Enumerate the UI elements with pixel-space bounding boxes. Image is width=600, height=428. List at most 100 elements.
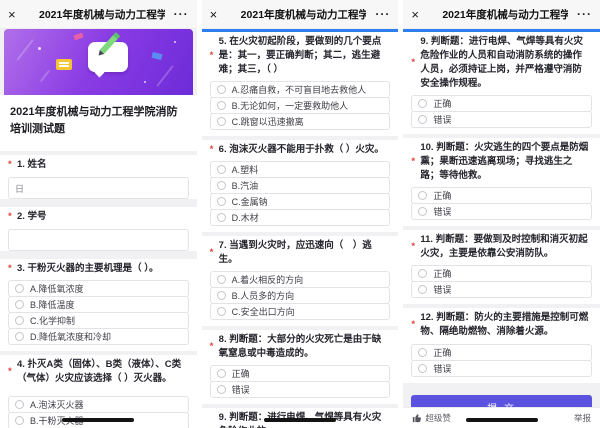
question-1: * 1. 姓名 [0,155,197,199]
option-row[interactable]: 正确 [411,265,592,282]
name-input[interactable] [8,177,189,199]
radio-icon [418,99,427,108]
question-label: * 10. 判断题：火灾逃生的四个要点是防烟熏；果断迅速逃离现场；寻找逃生之路；… [403,138,600,185]
radio-icon [217,101,226,110]
question-label: * 1. 姓名 [0,155,197,174]
option-row[interactable]: B.无论如何，一定要救助他人 [210,97,391,114]
close-icon[interactable]: × [210,7,228,22]
radio-icon [217,307,226,316]
radio-icon [217,275,226,284]
home-indicator [264,418,336,422]
more-options-icon[interactable]: ··· [366,7,390,21]
option-row[interactable]: D.降低氧浓度和冷却 [8,328,189,345]
student-id-input[interactable] [8,229,189,251]
option-list: A.降低氧浓度 B.降低温度 C.化学抑制 D.降低氧浓度和冷却 [0,278,197,351]
question-2: * 2. 学号 [0,207,197,251]
home-indicator [466,418,538,422]
more-options-icon[interactable]: ··· [568,7,592,21]
radio-icon [15,284,24,293]
question-label: * 5. 在火灾初起阶段，要做到的几个要点是：其一，要正确判断；其二，逃生避难；… [202,32,399,79]
radio-icon [217,385,226,394]
decor-streak [16,39,34,61]
required-asterisk: * [411,318,415,332]
form-page-3: * 9. 判断题：进行电焊、气焊等具有火灾危险作业的人员和自动消防系统的操作人员… [403,29,600,428]
option-row[interactable]: C.跳窗以迅速撤离 [210,113,391,130]
appbar: × 2021年度机械与动力工程学院消防培训测试题 ··· [202,0,399,29]
question-3: * 3. 干粉灭火器的主要机理是（ ）。 A.降低氧浓度 B.降低温度 C.化学… [0,259,197,351]
like-button[interactable]: 超级赞 [412,412,451,424]
option-list: 正确 错误 [202,363,399,404]
option-row[interactable]: C.金属钠 [210,193,391,210]
option-row[interactable]: A.塑料 [210,161,391,178]
more-options-icon[interactable]: ··· [165,7,189,21]
close-icon[interactable]: × [411,7,429,22]
option-row[interactable]: 错误 [411,111,592,128]
decor-streak [40,70,50,82]
radio-icon [217,181,226,190]
required-asterisk: * [8,158,12,172]
option-row[interactable]: 错误 [411,203,592,220]
question-label: * 6. 泡沫灭火器不能用于扑救（ ）火灾。 [202,140,399,159]
decor-streak [156,65,174,87]
appbar-title: 2021年度机械与动力工程学院消防培训测试题 [228,7,367,22]
option-list: A.着火相反的方向 B.人员多的方向 C.安全出口方向 [202,269,399,326]
phone-screenshot-3: × 2021年度机械与动力工程学院消防培训测试题 ··· * 9. 判断题：进行… [403,0,600,428]
form-title-card: 2021年度机械与动力工程学院消防培训测试题 [0,95,197,151]
radio-icon [418,285,427,294]
option-row[interactable]: 正确 [411,95,592,112]
question-11: * 11. 判断题：要做到及时控制和消灭初起火灾，主要是依靠公安消防队。 正确 … [403,230,600,304]
option-list: 正确 错误 [403,342,600,383]
radio-icon [418,348,427,357]
question-label: * 3. 干粉灭火器的主要机理是（ ）。 [0,259,197,278]
question-label: * 4. 扑灭A类（固体）、B类（液体）、C类（气体）火灾应该选择（ ）灭火器。 [0,355,197,388]
option-row[interactable]: A.着火相反的方向 [210,271,391,288]
phone-screenshot-2: × 2021年度机械与动力工程学院消防培训测试题 ··· * 5. 在火灾初起阶… [202,0,399,428]
radio-icon [217,369,226,378]
confetti-dot [174,41,176,43]
option-row[interactable]: D.木材 [210,209,391,226]
option-list: A.忍痛自救，不可盲目地去救他人 B.无论如何，一定要救助他人 C.跳窗以迅速撤… [202,79,399,136]
option-row[interactable]: B.人员多的方向 [210,287,391,304]
option-row[interactable]: 正确 [411,187,592,204]
option-row[interactable]: 正确 [210,365,391,382]
confetti-dot [38,47,41,50]
confetti-pink [73,33,83,41]
confetti-blue [151,52,162,60]
question-label: * 9. 判断题：进行电焊、气焊等具有火灾危险作业的人员和自动消防系统的操作人员… [403,32,600,93]
radio-icon [15,400,24,409]
option-row[interactable]: 错误 [210,381,391,398]
required-asterisk: * [210,143,214,157]
confetti-dot [144,81,146,83]
question-5: * 5. 在火灾初起阶段，要做到的几个要点是：其一，要正确判断；其二，逃生避难；… [202,32,399,136]
option-row[interactable]: A.泡沫灭火器 [8,396,189,413]
form-page-1: 2021年度机械与动力工程学院消防培训测试题 * 1. 姓名 * 2. 学号 *… [0,29,197,428]
radio-icon [418,115,427,124]
required-asterisk: * [8,262,12,276]
option-row[interactable]: 正确 [411,344,592,361]
option-row[interactable]: A.降低氧浓度 [8,280,189,297]
form-title: 2021年度机械与动力工程学院消防培训测试题 [0,95,197,151]
radio-icon [217,291,226,300]
option-row[interactable]: A.忍痛自救，不可盲目地去救他人 [210,81,391,98]
phone-screenshot-1: × 2021年度机械与动力工程学院消防培训测试题 ··· 2021年度机械与动力… [0,0,197,428]
close-icon[interactable]: × [8,7,26,22]
appbar: × 2021年度机械与动力工程学院消防培训测试题 ··· [0,0,197,29]
option-row[interactable]: C.安全出口方向 [210,303,391,320]
required-asterisk: * [210,340,214,354]
required-asterisk: * [411,56,415,70]
required-asterisk: * [411,240,415,254]
radio-icon [15,332,24,341]
question-label: * 11. 判断题：要做到及时控制和消灭初起火灾，主要是依靠公安消防队。 [403,230,600,263]
option-row[interactable]: 错误 [411,281,592,298]
option-row[interactable]: B.汽油 [210,177,391,194]
report-button[interactable]: 举报 [574,412,591,424]
option-row[interactable]: C.化学抑制 [8,312,189,329]
home-indicator [62,418,134,422]
question-label: * 7. 当遇到火灾时，应迅速向（ ）逃生。 [202,236,399,269]
option-row[interactable]: 错误 [411,360,592,377]
radio-icon [217,165,226,174]
appbar-title: 2021年度机械与动力工程学院消防培训测试题 [429,7,568,22]
option-row[interactable]: B.降低温度 [8,296,189,313]
question-9: * 9. 判断题：进行电焊、气焊等具有火灾危险作业的人员和自动消防系统的操作人员… [403,32,600,134]
question-6: * 6. 泡沫灭火器不能用于扑救（ ）火灾。 A.塑料 B.汽油 C.金属钠 D… [202,140,399,232]
